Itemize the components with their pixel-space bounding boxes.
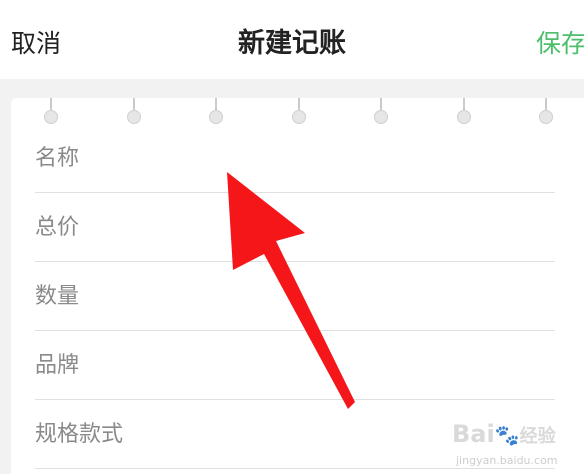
annotation-arrow-icon <box>227 172 355 409</box>
watermark: Bai🐾经验 jingyan.baidu.com <box>452 420 582 472</box>
watermark-brand: Bai🐾经验 <box>452 420 556 448</box>
watermark-url: jingyan.baidu.com <box>456 454 558 467</box>
